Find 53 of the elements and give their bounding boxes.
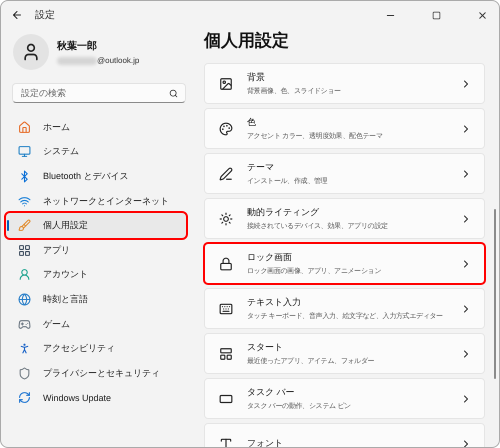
lock-icon xyxy=(219,256,233,270)
card-title: 色 xyxy=(247,116,257,129)
card-title: スタート xyxy=(247,341,284,354)
palette-icon xyxy=(219,122,233,136)
sidebar-item[interactable]: システム xyxy=(6,140,186,164)
card-title: フォント xyxy=(247,437,284,447)
monitor-icon xyxy=(18,145,31,158)
sidebar-item[interactable]: 個人用設定 xyxy=(6,213,186,238)
account-email: @outlook.jp xyxy=(97,56,140,65)
maximize-icon[interactable] xyxy=(432,10,440,20)
sidebar-item[interactable]: アカウント xyxy=(6,262,186,288)
sidebar-item[interactable]: アクセシビリティ xyxy=(6,336,186,361)
sun-icon xyxy=(219,212,233,226)
card-title: ロック画面 xyxy=(247,251,293,264)
sidebar-item[interactable]: ゲーム xyxy=(6,312,186,336)
refresh-icon xyxy=(18,391,31,404)
sidebar-item[interactable]: アプリ xyxy=(6,238,186,263)
sidebar-item[interactable]: ホーム xyxy=(6,115,186,140)
search-field[interactable]: 設定の検索 xyxy=(12,83,186,103)
close-icon[interactable] xyxy=(476,10,488,20)
card-title: テーマ xyxy=(247,161,275,174)
picture-icon xyxy=(219,76,233,90)
blurred-text xyxy=(57,56,97,64)
card-title: タスク バー xyxy=(247,386,296,399)
scrollbar[interactable] xyxy=(494,209,496,379)
globe-icon xyxy=(18,292,31,306)
window-title: 設定 xyxy=(35,8,56,22)
sidebar-item[interactable]: Bluetooth とデバイス xyxy=(6,164,186,189)
start-menu-icon xyxy=(219,346,233,360)
home-icon xyxy=(18,120,31,134)
bluetooth-icon xyxy=(18,170,31,183)
back-icon[interactable] xyxy=(11,9,23,21)
card-title: 背景 xyxy=(247,71,266,84)
page-title: 個人用設定 xyxy=(204,30,290,52)
sidebar-item[interactable]: 時刻と言語 xyxy=(6,287,186,312)
sidebar-item[interactable]: Windows Update xyxy=(6,386,186,410)
sidebar-item[interactable]: ネットワークとインターネット xyxy=(6,188,186,214)
settings-card[interactable]: フォント xyxy=(204,423,485,447)
card-title: 動的ライティング xyxy=(247,206,320,219)
pen-icon xyxy=(219,166,233,180)
search-icon xyxy=(169,89,178,98)
card-title: テキスト入力 xyxy=(247,296,302,309)
shield-icon xyxy=(18,366,31,380)
avatar-icon[interactable] xyxy=(13,34,49,70)
accessibility-icon xyxy=(18,342,31,356)
person-icon xyxy=(18,268,31,282)
keyboard-icon xyxy=(219,302,233,316)
font-icon xyxy=(219,436,233,447)
brush-icon xyxy=(18,219,31,232)
gamepad-icon xyxy=(18,318,31,331)
account-name: 秋葉一郎 xyxy=(57,39,98,53)
apps-icon xyxy=(18,244,31,257)
sidebar-item[interactable]: プライバシーとセキュリティ xyxy=(6,360,186,386)
